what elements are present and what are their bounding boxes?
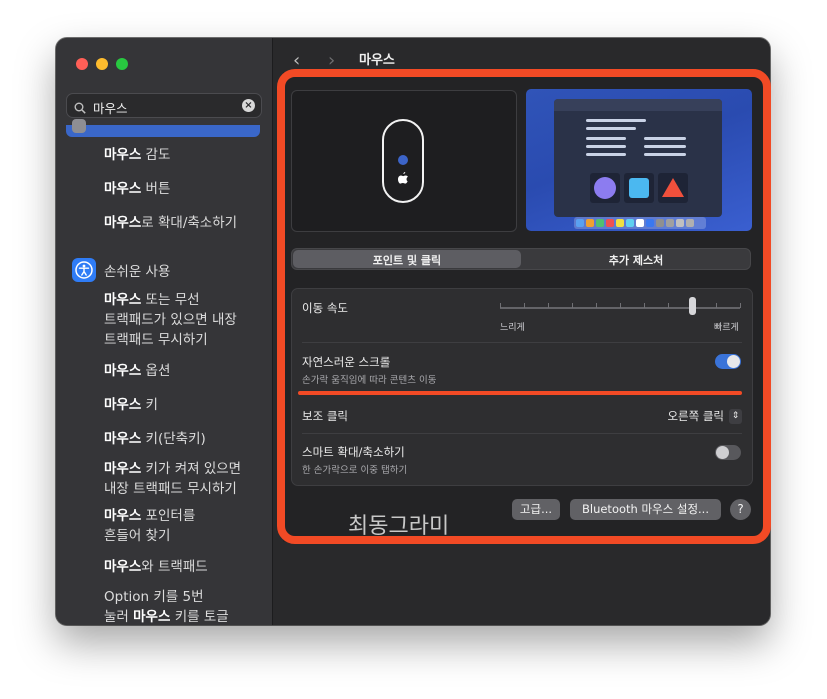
sidebar-item-mouse-options[interactable]: 마우스 옵션 [104, 361, 170, 381]
selected-sidebar-item[interactable] [66, 119, 260, 137]
tab-control: 포인트 및 클릭 추가 제스처 [291, 248, 751, 270]
search-input[interactable]: 마우스 [93, 98, 128, 117]
preview-dock [574, 217, 706, 229]
sidebar-item-shake-pointer[interactable]: 마우스 포인터를 흔들어 찾기 [104, 506, 195, 546]
natural-scroll-label: 자연스러운 스크롤 [302, 355, 391, 369]
preview-square-tile [624, 173, 654, 203]
slider-tick [548, 303, 549, 308]
tab-point-and-click[interactable]: 포인트 및 클릭 [293, 252, 521, 268]
accessibility-icon [72, 258, 96, 282]
chevron-left-icon[interactable]: ‹ [293, 50, 300, 71]
slider-tick [524, 303, 525, 308]
sidebar-category-accessibility[interactable]: 손쉬운 사용 [104, 260, 170, 280]
sidebar-item-mouse-zoom[interactable]: 마우스로 확대/축소하기 [104, 213, 237, 233]
close-window-button[interactable] [76, 58, 88, 70]
chevron-up-down-icon: ⇕ [729, 409, 742, 424]
desktop-preview [526, 89, 752, 231]
bluetooth-mouse-setup-button[interactable]: Bluetooth 마우스 설정... [570, 499, 721, 520]
chevron-right-icon[interactable]: › [328, 50, 335, 71]
advanced-button[interactable]: 고급... [512, 499, 560, 520]
sidebar-item-mouse-trackpad[interactable]: 마우스와 트랙패드 [104, 557, 208, 577]
sidebar-item-option-toggle[interactable]: Option 키를 5번 눌러 마우스 키를 토글 [104, 587, 229, 625]
tab-more-gestures[interactable]: 추가 제스처 [522, 252, 750, 268]
content-area: 포인트 및 클릭 추가 제스처 이동 속도 느리게 빠르게 자연스러운 스크롤 … [283, 72, 763, 542]
preview-window [554, 99, 722, 217]
slider-tick [644, 303, 645, 308]
smart-zoom-toggle[interactable] [715, 445, 741, 460]
help-button[interactable]: ? [730, 499, 751, 520]
clear-icon[interactable]: × [242, 99, 255, 112]
search-icon [74, 99, 86, 118]
sidebar-item-mouse-sensitivity[interactable]: 마우스 감도 [104, 145, 170, 165]
settings-panel: 이동 속도 느리게 빠르게 자연스러운 스크롤 손가락 움직임에 따라 콘텐츠 … [291, 288, 753, 486]
preview-circle-tile [590, 173, 620, 203]
smart-zoom-label: 스마트 확대/축소하기 [302, 445, 405, 459]
slider-tick [500, 303, 501, 308]
slider-tick [716, 303, 717, 308]
natural-scroll-description: 손가락 움직임에 따라 콘텐츠 이동 [302, 375, 437, 386]
mouse-illustration-icon [382, 119, 424, 203]
annotation-underline [298, 391, 742, 395]
smart-zoom-description: 한 손가락으로 이중 탭하기 [302, 465, 408, 476]
search-field[interactable]: 마우스 × [66, 93, 262, 118]
sidebar-item-mouse-keys-shortcut[interactable]: 마우스 키(단축키) [104, 429, 206, 449]
fast-label: 빠르게 [714, 323, 739, 333]
slow-label: 느리게 [500, 323, 525, 333]
zoom-window-button[interactable] [116, 58, 128, 70]
apple-logo-icon [397, 171, 409, 188]
slider-tick [572, 303, 573, 308]
secondary-click-popup[interactable]: 오른쪽 클릭 ⇕ [667, 408, 742, 424]
secondary-click-label: 보조 클릭 [302, 409, 348, 423]
tracking-speed-label: 이동 속도 [302, 301, 348, 315]
sidebar: 마우스 × 마우스 감도 마우스 버튼 마우스로 확대/축소하기 손쉬운 사용 … [56, 38, 273, 625]
watermark-text: 최동그라미 [348, 514, 450, 539]
sidebar-item-mouse-keys[interactable]: 마우스 키 [104, 395, 158, 415]
mouse-preview [291, 90, 517, 232]
minimize-window-button[interactable] [96, 58, 108, 70]
mouse-settings-icon [72, 119, 86, 133]
natural-scroll-toggle[interactable] [715, 354, 741, 369]
sidebar-item-ignore-trackpad[interactable]: 마우스 또는 무선 트랙패드가 있으면 내장 트랙패드 무시하기 [104, 290, 237, 350]
tracking-speed-slider-knob[interactable] [689, 297, 696, 315]
slider-tick [596, 303, 597, 308]
slider-tick [668, 303, 669, 308]
slider-tick [740, 303, 741, 308]
main-pane: ‹ › 마우스 포인트 및 클릭 추가 제스처 이동 속도 느리게 빠르게 자연… [273, 38, 770, 625]
page-title: 마우스 [359, 53, 395, 68]
preview-triangle-tile [658, 173, 688, 203]
sidebar-item-mouse-buttons[interactable]: 마우스 버튼 [104, 179, 170, 199]
mouse-dot [398, 155, 408, 165]
settings-window: 마우스 × 마우스 감도 마우스 버튼 마우스로 확대/축소하기 손쉬운 사용 … [56, 38, 770, 625]
slider-tick [620, 303, 621, 308]
sidebar-item-mouse-keys-ignore-trackpad[interactable]: 마우스 키가 켜져 있으면 내장 트랙패드 무시하기 [104, 459, 241, 499]
